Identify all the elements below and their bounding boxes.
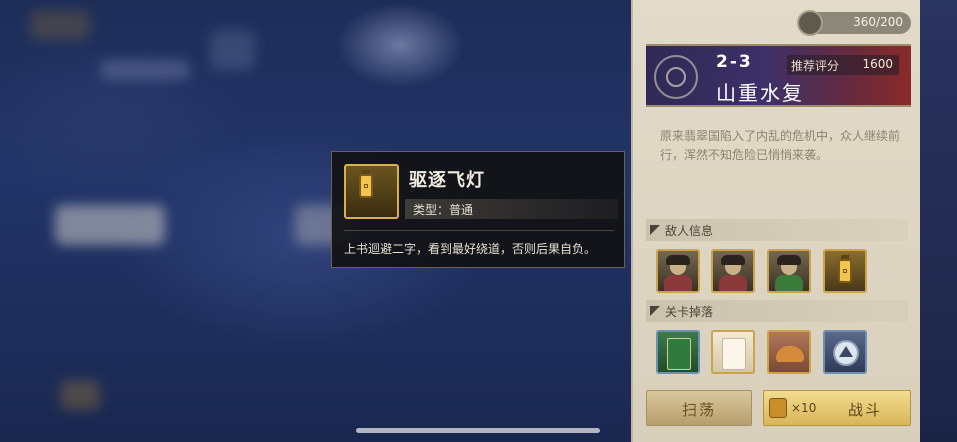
enemy-slot-4[interactable] (823, 249, 867, 293)
sweep-label: 扫荡 (681, 401, 716, 419)
stamina-counter[interactable]: 360/200 (797, 10, 911, 36)
item-type-bar: 类型：普通 (405, 199, 618, 219)
stamina-icon (797, 10, 823, 36)
green-card-icon (667, 338, 691, 370)
fight-label: 战斗 (848, 401, 883, 419)
blurred-map-decoration (60, 380, 100, 410)
blurred-map-decoration (30, 10, 90, 40)
lantern-icon (838, 259, 852, 283)
blurred-map-node (55, 205, 165, 245)
home-indicator[interactable] (356, 428, 600, 433)
stamina-value: 360/200 (853, 15, 903, 29)
item-tooltip: 驱逐飞灯 类型：普通 上书迴避二字，看到最好绕道，否则后果自负。 (331, 151, 625, 268)
stage-drops-label: 关卡掉落 (665, 305, 714, 319)
stage-emblem-icon (654, 55, 698, 99)
blurred-map-decoration (100, 60, 190, 80)
item-description: 上书迴避二字，看到最好绕道，否则后果自负。 (344, 242, 597, 256)
stage-banner: 2-3 山重水复 推荐评分 1600 (646, 44, 911, 107)
item-name: 驱逐飞灯 (409, 170, 485, 191)
fight-button[interactable]: ×10 战斗 (763, 390, 911, 426)
stamina-cost-icon (769, 398, 787, 418)
section-marker-icon (650, 225, 660, 235)
drop-slot-2[interactable] (711, 330, 755, 374)
stage-info-panel: 360/200 2-3 山重水复 推荐评分 1600 原来翡翠国陷入了内乱的危机… (631, 0, 920, 442)
sweep-button[interactable]: 扫荡 (646, 390, 752, 426)
section-marker-icon (650, 306, 660, 316)
score-label: 推荐评分 (791, 59, 840, 73)
enemy-info-header: 敌人信息 (646, 219, 908, 241)
fight-cost: ×10 (791, 401, 817, 415)
enemy-slot-1[interactable] (656, 249, 700, 293)
paper-card-icon (722, 338, 746, 370)
blurred-map-decoration (210, 30, 255, 70)
stage-number: 2-3 (716, 52, 753, 72)
drop-slot-4[interactable] (823, 330, 867, 374)
enemy-slot-3[interactable] (767, 249, 811, 293)
drop-slot-1[interactable] (656, 330, 700, 374)
stage-drops-header: 关卡掉落 (646, 300, 908, 322)
item-type: 类型：普通 (413, 203, 474, 217)
enemy-info-label: 敌人信息 (665, 224, 714, 238)
enemy-slot-2[interactable] (711, 249, 755, 293)
drop-slot-3[interactable] (767, 330, 811, 374)
stage-title: 山重水复 (716, 81, 804, 105)
lantern-icon (344, 164, 399, 219)
recommended-score: 推荐评分 1600 (787, 55, 899, 75)
score-value: 1600 (862, 57, 893, 71)
stage-description: 原来翡翠国陷入了内乱的危机中，众人继续前行，浑然不知危险已悄悄来袭。 (660, 129, 901, 162)
tooltip-divider (344, 230, 614, 231)
blurred-map-edge (920, 0, 957, 442)
croissant-icon (776, 346, 804, 362)
